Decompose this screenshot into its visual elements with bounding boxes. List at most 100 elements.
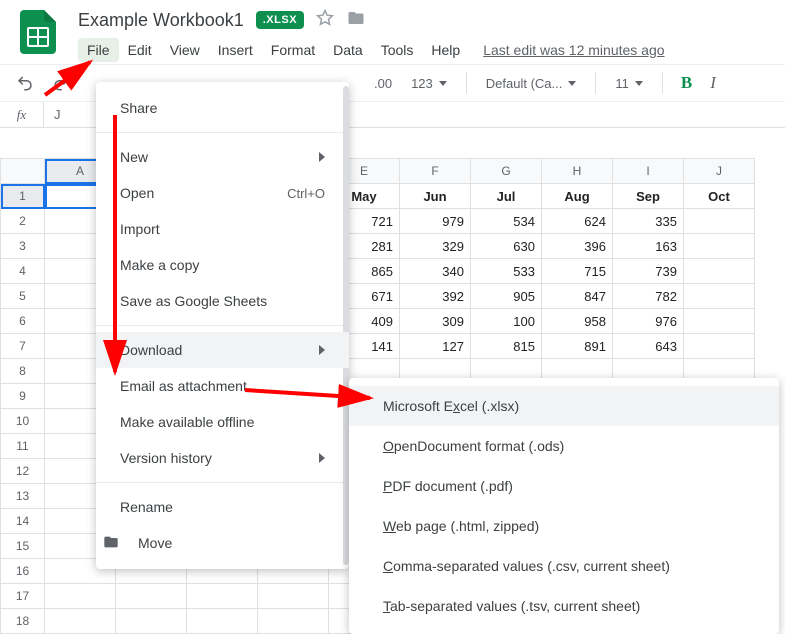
- cell[interactable]: [684, 284, 755, 309]
- cell[interactable]: 815: [471, 334, 542, 359]
- formula-input[interactable]: J: [44, 107, 61, 122]
- menu-help[interactable]: Help: [422, 38, 469, 62]
- row-header[interactable]: 13: [1, 484, 45, 509]
- decrease-decimal-button[interactable]: .00: [368, 72, 398, 95]
- row-header[interactable]: 11: [1, 434, 45, 459]
- cell[interactable]: 335: [613, 209, 684, 234]
- menu-insert[interactable]: Insert: [209, 38, 262, 62]
- menu-item-rename[interactable]: Rename: [96, 489, 349, 525]
- font-family-dropdown[interactable]: Default (Ca...: [479, 72, 584, 95]
- menu-data[interactable]: Data: [324, 38, 372, 62]
- star-icon[interactable]: [316, 9, 334, 32]
- menu-item-open[interactable]: OpenCtrl+O: [96, 175, 349, 211]
- cell[interactable]: 782: [613, 284, 684, 309]
- menu-tools[interactable]: Tools: [372, 38, 423, 62]
- italic-button[interactable]: I: [704, 69, 722, 97]
- submenu-item-tsv[interactable]: Tab-separated values (.tsv, current shee…: [349, 586, 779, 626]
- cell[interactable]: 643: [613, 334, 684, 359]
- cell[interactable]: 534: [471, 209, 542, 234]
- cell[interactable]: 396: [542, 234, 613, 259]
- column-header[interactable]: F: [400, 159, 471, 184]
- row-header[interactable]: 16: [1, 559, 45, 584]
- menu-item-email-attachment[interactable]: Email as attachment: [96, 368, 349, 404]
- select-all-corner[interactable]: [1, 159, 45, 184]
- cell[interactable]: 979: [400, 209, 471, 234]
- row-header[interactable]: 7: [1, 334, 45, 359]
- last-edit-link[interactable]: Last edit was 12 minutes ago: [483, 42, 664, 58]
- submenu-item-pdf[interactable]: PDF document (.pdf): [349, 466, 779, 506]
- row-header[interactable]: 10: [1, 409, 45, 434]
- cell[interactable]: 905: [471, 284, 542, 309]
- cell[interactable]: 630: [471, 234, 542, 259]
- document-title[interactable]: Example Workbook1: [78, 10, 244, 31]
- row-header[interactable]: 17: [1, 584, 45, 609]
- submenu-item-csv[interactable]: Comma-separated values (.csv, current sh…: [349, 546, 779, 586]
- cell[interactable]: [684, 209, 755, 234]
- cell[interactable]: 958: [542, 309, 613, 334]
- cell[interactable]: 739: [613, 259, 684, 284]
- column-header[interactable]: G: [471, 159, 542, 184]
- menu-item-available-offline[interactable]: Make available offline: [96, 404, 349, 440]
- cell[interactable]: 340: [400, 259, 471, 284]
- cell[interactable]: 127: [400, 334, 471, 359]
- cell[interactable]: 392: [400, 284, 471, 309]
- folder-icon[interactable]: [346, 9, 366, 32]
- row-header[interactable]: 5: [1, 284, 45, 309]
- cell[interactable]: 847: [542, 284, 613, 309]
- row-header[interactable]: 3: [1, 234, 45, 259]
- cell[interactable]: [116, 584, 187, 609]
- bold-button[interactable]: B: [675, 69, 698, 97]
- menu-item-download[interactable]: Download: [96, 332, 349, 368]
- cell[interactable]: Oct: [684, 184, 755, 209]
- column-header[interactable]: J: [684, 159, 755, 184]
- row-header[interactable]: 15: [1, 534, 45, 559]
- cell[interactable]: [45, 584, 116, 609]
- number-format-dropdown[interactable]: 123: [404, 72, 454, 95]
- font-size-dropdown[interactable]: 11: [608, 72, 650, 95]
- column-header[interactable]: H: [542, 159, 613, 184]
- cell[interactable]: 624: [542, 209, 613, 234]
- cell[interactable]: Jul: [471, 184, 542, 209]
- row-header[interactable]: 2: [1, 209, 45, 234]
- menu-view[interactable]: View: [161, 38, 209, 62]
- row-header[interactable]: 14: [1, 509, 45, 534]
- cell[interactable]: Sep: [613, 184, 684, 209]
- cell[interactable]: 715: [542, 259, 613, 284]
- submenu-item-xlsx[interactable]: Microsoft Excel (.xlsx): [349, 386, 779, 426]
- cell[interactable]: 891: [542, 334, 613, 359]
- menu-item-save-as-google-sheets[interactable]: Save as Google Sheets: [96, 283, 349, 319]
- menu-file[interactable]: File: [78, 38, 119, 62]
- menu-item-import[interactable]: Import: [96, 211, 349, 247]
- menu-edit[interactable]: Edit: [119, 38, 161, 62]
- row-header[interactable]: 12: [1, 459, 45, 484]
- row-header[interactable]: 4: [1, 259, 45, 284]
- submenu-item-ods[interactable]: OpenDocument format (.ods): [349, 426, 779, 466]
- row-header[interactable]: 9: [1, 384, 45, 409]
- menu-item-version-history[interactable]: Version history: [96, 440, 349, 476]
- undo-icon[interactable]: [10, 70, 40, 96]
- redo-icon[interactable]: [46, 70, 76, 96]
- cell[interactable]: Aug: [542, 184, 613, 209]
- cell[interactable]: 100: [471, 309, 542, 334]
- cell[interactable]: [684, 309, 755, 334]
- row-header[interactable]: 6: [1, 309, 45, 334]
- menu-item-share[interactable]: Share: [96, 90, 349, 126]
- cell[interactable]: 533: [471, 259, 542, 284]
- submenu-item-web[interactable]: Web page (.html, zipped): [349, 506, 779, 546]
- menu-item-make-copy[interactable]: Make a copy: [96, 247, 349, 283]
- menu-item-move[interactable]: Move: [96, 525, 349, 561]
- cell[interactable]: 976: [613, 309, 684, 334]
- cell[interactable]: Jun: [400, 184, 471, 209]
- row-header[interactable]: 1: [1, 184, 45, 209]
- cell[interactable]: 163: [613, 234, 684, 259]
- cell[interactable]: [258, 584, 329, 609]
- cell[interactable]: [684, 234, 755, 259]
- cell[interactable]: [187, 584, 258, 609]
- cell[interactable]: 309: [400, 309, 471, 334]
- cell[interactable]: [684, 334, 755, 359]
- cell[interactable]: 329: [400, 234, 471, 259]
- menu-item-new[interactable]: New: [96, 139, 349, 175]
- column-header[interactable]: I: [613, 159, 684, 184]
- cell[interactable]: [684, 259, 755, 284]
- menu-format[interactable]: Format: [262, 38, 324, 62]
